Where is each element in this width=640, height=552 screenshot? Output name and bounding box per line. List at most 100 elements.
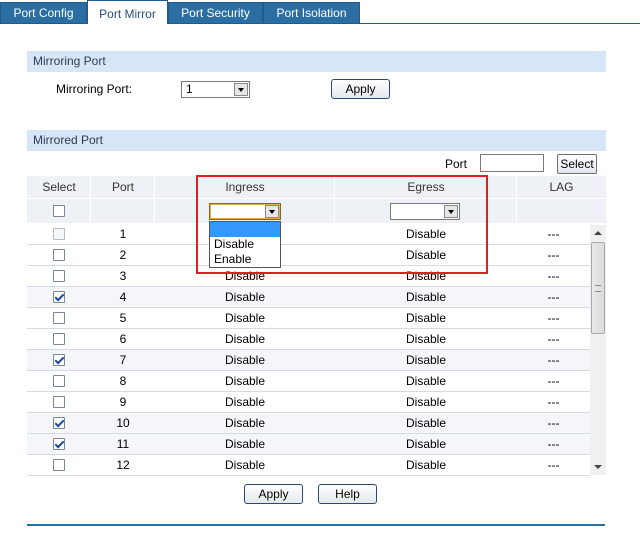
- ingress-option-disable[interactable]: Disable: [210, 237, 280, 252]
- chevron-down-icon[interactable]: [444, 205, 458, 218]
- table-scrollbar[interactable]: [590, 225, 606, 475]
- chevron-down-icon[interactable]: [234, 83, 248, 96]
- col-divider: [90, 199, 91, 223]
- tab-port-config[interactable]: Port Config: [0, 2, 87, 23]
- row-egress: Disable: [405, 227, 447, 241]
- row-select-checkbox[interactable]: [53, 417, 65, 429]
- table-row[interactable]: 5 Disable Disable ---: [27, 308, 590, 329]
- col-divider: [334, 199, 335, 223]
- row-egress: Disable: [405, 458, 447, 472]
- table-row[interactable]: 1DisableDisable---: [27, 224, 590, 245]
- row-lag: ---: [547, 353, 560, 367]
- tab-port-mirror[interactable]: Port Mirror: [87, 0, 168, 24]
- mirroring-port-label: Mirroring Port:: [56, 82, 133, 96]
- mirroring-port-header: Mirroring Port: [27, 51, 606, 72]
- row-select-checkbox[interactable]: [53, 375, 65, 387]
- row-egress: Disable: [405, 248, 447, 262]
- row-egress: Disable: [405, 374, 447, 388]
- row-ingress: Disable: [224, 290, 266, 304]
- scroll-thumb[interactable]: [591, 242, 605, 334]
- row-ingress: Disable: [224, 416, 266, 430]
- row-select-checkbox[interactable]: [53, 396, 65, 408]
- row-lag: ---: [547, 395, 560, 409]
- table-row[interactable]: 11 Disable Disable ---: [27, 434, 590, 455]
- col-divider: [516, 176, 517, 198]
- apply-button[interactable]: Apply: [244, 484, 303, 504]
- table-row[interactable]: 12 Disable Disable ---: [27, 455, 590, 476]
- egress-filter-select[interactable]: [390, 203, 460, 220]
- row-port: 11: [116, 437, 130, 451]
- bottom-divider: [27, 524, 605, 526]
- row-ingress: Disable: [224, 332, 266, 346]
- ingress-option-blank[interactable]: [210, 222, 280, 237]
- col-divider: [154, 176, 155, 198]
- row-lag: ---: [547, 458, 560, 472]
- row-egress: Disable: [405, 416, 447, 430]
- row-ingress: Disable: [224, 353, 266, 367]
- col-lag: LAG: [549, 180, 574, 194]
- chevron-down-icon[interactable]: [265, 205, 279, 218]
- row-select-checkbox[interactable]: [53, 312, 65, 324]
- row-select-checkbox[interactable]: [53, 438, 65, 450]
- row-lag: ---: [547, 248, 560, 262]
- tab-bar: Port Config Port Mirror Port Security Po…: [0, 0, 640, 24]
- filter-row: [27, 199, 606, 223]
- row-port: 8: [119, 374, 127, 388]
- row-lag: ---: [547, 290, 560, 304]
- table-row[interactable]: 4 Disable Disable ---: [27, 287, 590, 308]
- row-port: 4: [119, 290, 127, 304]
- col-divider: [154, 199, 155, 223]
- port-select-button[interactable]: Select: [557, 154, 597, 174]
- row-ingress: Disable: [224, 437, 266, 451]
- scroll-up-icon[interactable]: [590, 225, 606, 241]
- tab-port-isolation[interactable]: Port Isolation: [263, 2, 360, 23]
- table-row[interactable]: 10 Disable Disable ---: [27, 413, 590, 434]
- table-header: Select Port Ingress Egress LAG: [27, 176, 606, 198]
- row-select-checkbox[interactable]: [53, 228, 65, 240]
- row-lag: ---: [547, 437, 560, 451]
- help-button[interactable]: Help: [318, 484, 377, 504]
- scroll-down-icon[interactable]: [590, 459, 606, 475]
- mirroring-port-select[interactable]: 1: [181, 81, 250, 98]
- row-select-checkbox[interactable]: [53, 333, 65, 345]
- col-port: Port: [111, 180, 134, 194]
- row-port: 12: [116, 458, 130, 472]
- mirroring-port-value: 1: [186, 82, 193, 96]
- row-lag: ---: [547, 332, 560, 346]
- row-select-checkbox[interactable]: [53, 270, 65, 282]
- port-filter-label: Port: [445, 157, 468, 171]
- table-row[interactable]: 7 Disable Disable ---: [27, 350, 590, 371]
- row-select-checkbox[interactable]: [53, 249, 65, 261]
- table-row[interactable]: 9 Disable Disable ---: [27, 392, 590, 413]
- row-ingress: Disable: [224, 269, 266, 283]
- row-port: 5: [119, 311, 127, 325]
- row-select-checkbox[interactable]: [53, 354, 65, 366]
- row-ingress: Disable: [224, 395, 266, 409]
- row-lag: ---: [547, 374, 560, 388]
- ingress-dropdown-list: Disable Enable: [209, 221, 281, 268]
- table-row[interactable]: 3 Disable Disable ---: [27, 266, 590, 287]
- mirroring-apply-button[interactable]: Apply: [331, 79, 390, 99]
- table-row[interactable]: 8 Disable Disable ---: [27, 371, 590, 392]
- select-all-checkbox[interactable]: [53, 205, 65, 217]
- row-port: 3: [119, 269, 127, 283]
- table-row[interactable]: 6 Disable Disable ---: [27, 329, 590, 350]
- row-egress: Disable: [405, 290, 447, 304]
- row-port: 1: [119, 227, 127, 241]
- col-egress: Egress: [407, 180, 445, 194]
- row-lag: ---: [547, 269, 560, 283]
- row-egress: Disable: [405, 353, 447, 367]
- mirrored-port-header: Mirrored Port: [27, 130, 606, 151]
- row-select-checkbox[interactable]: [53, 459, 65, 471]
- ingress-option-enable[interactable]: Enable: [210, 252, 280, 267]
- row-port: 7: [119, 353, 127, 367]
- row-ingress: Disable: [224, 311, 266, 325]
- row-egress: Disable: [405, 395, 447, 409]
- row-select-checkbox[interactable]: [53, 291, 65, 303]
- ingress-filter-select[interactable]: [209, 203, 281, 220]
- tab-port-security[interactable]: Port Security: [168, 2, 263, 23]
- col-select: Select: [42, 180, 76, 194]
- table-row[interactable]: 2DisableDisable---: [27, 245, 590, 266]
- col-ingress: Ingress: [225, 180, 265, 194]
- port-filter-input[interactable]: [480, 154, 544, 172]
